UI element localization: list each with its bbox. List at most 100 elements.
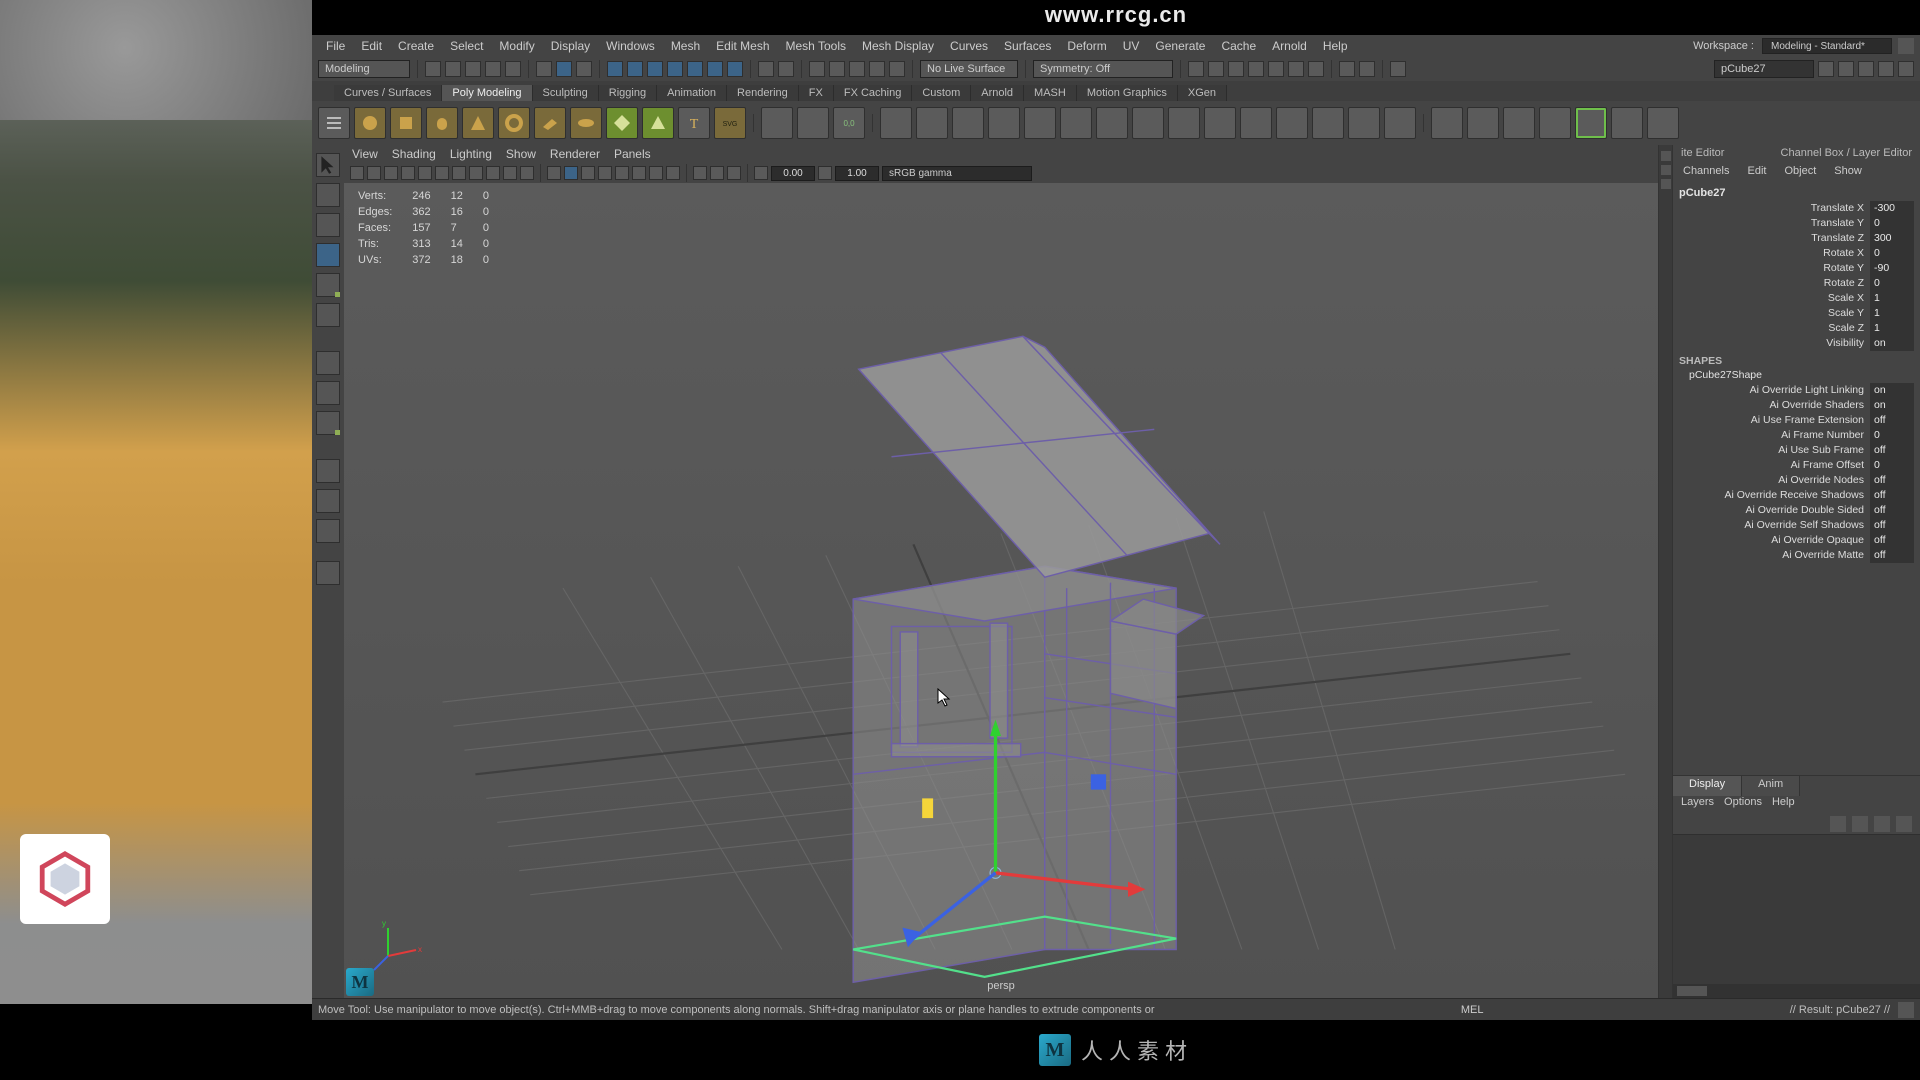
poly-disc-icon[interactable] <box>570 107 602 139</box>
shape-attr-label[interactable]: Ai Use Frame Extension <box>1751 413 1864 428</box>
menu-select[interactable]: Select <box>442 37 491 55</box>
vp-field-chart-icon[interactable] <box>486 166 500 180</box>
shape-attr-value[interactable]: on <box>1870 398 1914 413</box>
workspace-options-icon[interactable] <box>1898 38 1914 54</box>
vp-menu-view[interactable]: View <box>352 147 378 161</box>
layer-menu-layers[interactable]: Layers <box>1681 796 1714 814</box>
snap-curve-icon[interactable] <box>627 61 643 77</box>
toggle-c-icon[interactable] <box>1858 61 1874 77</box>
shape-attr-value[interactable]: on <box>1870 383 1914 398</box>
channel-label[interactable]: Scale Z <box>1828 321 1864 336</box>
shape-attr-value[interactable]: off <box>1870 443 1914 458</box>
vp-shadows-icon[interactable] <box>615 166 629 180</box>
shelf-tab-xgen[interactable]: XGen <box>1178 85 1227 101</box>
viewport[interactable]: Verts:246120 Edges:362160 Faces:15770 Tr… <box>344 183 1658 998</box>
modeling-toolkit-icon[interactable] <box>1661 151 1671 161</box>
snap-view-icon[interactable] <box>707 61 723 77</box>
channel-box-header[interactable]: Channel Box / Layer Editor <box>1773 145 1920 163</box>
render-view-icon[interactable] <box>1188 61 1204 77</box>
playblast-toggle-icon[interactable] <box>1339 61 1355 77</box>
snap-point-icon[interactable] <box>647 61 663 77</box>
layer-list[interactable] <box>1673 834 1920 984</box>
selection-name-field[interactable]: pCube27 <box>1714 60 1814 78</box>
ipr-render-icon[interactable] <box>1228 61 1244 77</box>
shape-attr-value[interactable]: off <box>1870 473 1914 488</box>
cb-tab-edit[interactable]: Edit <box>1743 163 1770 181</box>
vp-safe-title-icon[interactable] <box>520 166 534 180</box>
shape-attr-value[interactable]: off <box>1870 488 1914 503</box>
shelf-tab-poly-modeling[interactable]: Poly Modeling <box>442 85 532 101</box>
vp-lock-cam-icon[interactable] <box>367 166 381 180</box>
active-shelf-tool-icon[interactable] <box>1575 107 1607 139</box>
pause-icon[interactable] <box>1359 61 1375 77</box>
channel-label[interactable]: Scale Y <box>1828 306 1864 321</box>
channel-value[interactable]: 1 <box>1870 321 1914 336</box>
remesh-icon[interactable] <box>1611 107 1643 139</box>
vp-use-lights-icon[interactable] <box>598 166 612 180</box>
vp-menu-lighting[interactable]: Lighting <box>450 147 492 161</box>
vp-xray-joints-icon[interactable] <box>727 166 741 180</box>
extrude-icon[interactable] <box>1060 107 1092 139</box>
poly-type-icon[interactable]: T <box>678 107 710 139</box>
tool-settings-tab-icon[interactable] <box>1661 179 1671 189</box>
poly-pyramid-icon[interactable] <box>642 107 674 139</box>
sculpt-icon[interactable] <box>1539 107 1571 139</box>
poly-plane-icon[interactable] <box>534 107 566 139</box>
layer-menu-options[interactable]: Options <box>1724 796 1762 814</box>
menu-modify[interactable]: Modify <box>491 37 542 55</box>
outliner-toggle-icon[interactable] <box>316 561 340 585</box>
last-tool-icon[interactable] <box>316 351 340 375</box>
vp-select-cam-icon[interactable] <box>350 166 364 180</box>
vp-menu-shading[interactable]: Shading <box>392 147 436 161</box>
shape-attr-label[interactable]: Ai Frame Offset <box>1791 458 1864 473</box>
channel-label[interactable]: Translate X <box>1811 201 1864 216</box>
vp-smooth-shade-icon[interactable] <box>564 166 578 180</box>
channel-label[interactable]: Visibility <box>1826 336 1864 351</box>
poly-cube-icon[interactable] <box>390 107 422 139</box>
add-to-layer-icon[interactable] <box>1896 816 1912 832</box>
open-scene-icon[interactable] <box>445 61 461 77</box>
shelf-tab-motion-graphics[interactable]: Motion Graphics <box>1077 85 1178 101</box>
shelf-tab-curves-surfaces[interactable]: Curves / Surfaces <box>334 85 442 101</box>
channel-label[interactable]: Translate Z <box>1811 231 1864 246</box>
shape-attr-value[interactable]: off <box>1870 413 1914 428</box>
layer-menu-help[interactable]: Help <box>1772 796 1795 814</box>
fill-hole-icon[interactable] <box>1240 107 1272 139</box>
snap-surface-icon[interactable] <box>687 61 703 77</box>
make-live-icon[interactable] <box>758 61 774 77</box>
history-toggle-5-icon[interactable] <box>889 61 905 77</box>
show-manip-icon[interactable] <box>316 381 340 405</box>
panel-layout-icon[interactable] <box>1390 61 1406 77</box>
save-scene-icon[interactable] <box>465 61 481 77</box>
shape-attr-value[interactable]: off <box>1870 503 1914 518</box>
menu-edit[interactable]: Edit <box>353 37 390 55</box>
menu-file[interactable]: File <box>318 37 353 55</box>
shape-attr-label[interactable]: Ai Override Matte <box>1782 548 1864 563</box>
shelf-tab-mash[interactable]: MASH <box>1024 85 1077 101</box>
render-setup-icon[interactable] <box>1288 61 1304 77</box>
shape-node-name[interactable]: pCube27Shape <box>1689 369 1914 381</box>
poly-cone-icon[interactable] <box>462 107 494 139</box>
vp-gamma-icon[interactable] <box>818 166 832 180</box>
vp-gamma-field[interactable]: 1.00 <box>835 166 879 181</box>
poly-torus-icon[interactable] <box>498 107 530 139</box>
poly-platonic-icon[interactable] <box>606 107 638 139</box>
cb-tab-show[interactable]: Show <box>1830 163 1866 181</box>
menu-cache[interactable]: Cache <box>1213 37 1264 55</box>
channel-object-name[interactable]: pCube27 <box>1679 185 1914 201</box>
unmake-live-icon[interactable] <box>778 61 794 77</box>
rotate-tool-icon[interactable] <box>316 273 340 297</box>
right-side-tabs[interactable] <box>1658 145 1672 998</box>
vp-xray-icon[interactable] <box>710 166 724 180</box>
vp-aa-icon[interactable] <box>666 166 680 180</box>
script-language-label[interactable]: MEL <box>1452 1004 1492 1016</box>
snap-to-point-icon[interactable] <box>797 107 829 139</box>
attribute-editor-icon[interactable] <box>1661 165 1671 175</box>
render-settings-icon[interactable] <box>1248 61 1264 77</box>
channel-label[interactable]: Rotate Z <box>1824 276 1864 291</box>
cb-tab-object[interactable]: Object <box>1780 163 1820 181</box>
vp-bookmark-icon[interactable] <box>384 166 398 180</box>
shape-attr-label[interactable]: Ai Frame Number <box>1781 428 1864 443</box>
menu-arnold[interactable]: Arnold <box>1264 37 1315 55</box>
vp-grid-icon[interactable] <box>418 166 432 180</box>
